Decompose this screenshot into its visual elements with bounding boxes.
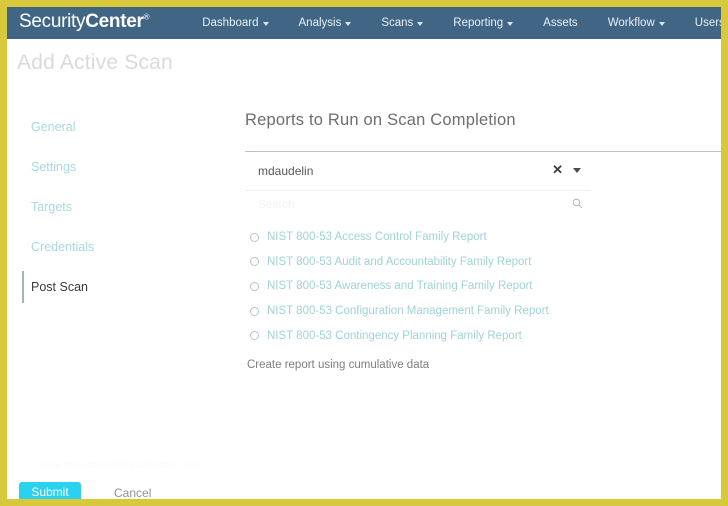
sidebar-item-credentials[interactable]: Credentials bbox=[7, 227, 235, 267]
search-input[interactable] bbox=[258, 199, 538, 211]
report-option-label: NIST 800-53 Audit and Accountability Fam… bbox=[267, 255, 532, 268]
report-option-row[interactable]: NIST 800-53 Contingency Planning Family … bbox=[245, 323, 721, 348]
nav-item-label: Assets bbox=[543, 17, 578, 29]
radio-button-icon[interactable] bbox=[250, 257, 259, 267]
sidebar-item-label: Settings bbox=[31, 160, 77, 174]
nav-item-label: Workflow bbox=[607, 17, 655, 29]
report-option-row[interactable]: NIST 800-53 Configuration Management Fam… bbox=[245, 299, 721, 324]
sidebar-item-label: Targets bbox=[31, 200, 72, 214]
sidebar-item-settings[interactable]: Settings bbox=[7, 147, 235, 187]
selected-value-label: mdaudelin bbox=[258, 164, 314, 178]
nav-item-label: Reporting bbox=[453, 17, 504, 29]
top-navigation-bar: SecurityCenter® Dashboard Analysis Scans… bbox=[7, 7, 721, 39]
main-content-panel: Reports to Run on Scan Completion mdaude… bbox=[238, 103, 721, 499]
nav-item-label: Users bbox=[694, 17, 725, 29]
radio-button-icon[interactable] bbox=[250, 281, 259, 291]
report-option-list: NIST 800-53 Access Control Family Report… bbox=[245, 225, 721, 348]
logo-text-bold: Center bbox=[85, 11, 144, 32]
chevron-down-icon[interactable] bbox=[573, 168, 581, 173]
report-option-row[interactable]: NIST 800-53 Audit and Accountability Fam… bbox=[245, 250, 721, 275]
nav-item-label: Analysis bbox=[298, 17, 342, 29]
chevron-down-icon bbox=[262, 22, 269, 26]
nav-item-label: Scans bbox=[381, 17, 414, 29]
cancel-button[interactable]: Cancel bbox=[114, 486, 151, 500]
nav-item-scans[interactable]: Scans bbox=[366, 17, 438, 29]
chevron-down-icon bbox=[345, 22, 352, 26]
logo-text-light: Security bbox=[19, 11, 86, 32]
sidebar-item-label: Post Scan bbox=[31, 280, 88, 294]
report-option-row[interactable]: NIST 800-53 Access Control Family Report bbox=[245, 225, 721, 250]
nav-item-label: Dashboard bbox=[202, 17, 259, 29]
sidebar-item-label: General bbox=[31, 120, 76, 134]
nav-item-assets[interactable]: Assets bbox=[528, 17, 593, 29]
chevron-down-icon bbox=[507, 22, 514, 26]
clear-selection-icon[interactable]: ✕ bbox=[552, 163, 563, 176]
nav-item-list: Dashboard Analysis Scans Reporting Asset… bbox=[187, 17, 725, 29]
sidebar-item-post-scan[interactable]: Post Scan bbox=[7, 267, 235, 307]
nav-item-users[interactable]: Users bbox=[680, 17, 725, 29]
nav-item-workflow[interactable]: Workflow bbox=[593, 17, 680, 29]
report-option-label: NIST 800-53 Access Control Family Report bbox=[267, 231, 487, 244]
watermark-text: www.templatesofficecollection.com bbox=[39, 460, 204, 471]
report-search-row[interactable] bbox=[245, 191, 591, 219]
radio-button-icon[interactable] bbox=[250, 306, 259, 316]
submit-button[interactable]: Submit bbox=[19, 482, 81, 499]
report-option-label: NIST 800-53 Awareness and Training Famil… bbox=[267, 280, 533, 293]
search-icon[interactable] bbox=[572, 198, 583, 209]
sidebar-item-general[interactable]: General bbox=[7, 107, 235, 147]
securitycenter-logo[interactable]: SecurityCenter® bbox=[19, 11, 150, 33]
page-title: Add Active Scan bbox=[17, 51, 173, 74]
registered-trademark-icon: ® bbox=[143, 12, 150, 22]
wizard-step-sidebar: General Settings Targets Credentials Pos… bbox=[7, 107, 235, 307]
report-select-control[interactable]: mdaudelin ✕ bbox=[245, 152, 591, 191]
nav-item-analysis[interactable]: Analysis bbox=[284, 17, 367, 29]
chevron-down-icon bbox=[417, 22, 424, 26]
form-footer: Submit Cancel bbox=[19, 482, 151, 500]
nav-item-reporting[interactable]: Reporting bbox=[438, 17, 528, 29]
sidebar-item-label: Credentials bbox=[31, 240, 95, 254]
radio-button-icon[interactable] bbox=[250, 331, 259, 341]
radio-button-icon[interactable] bbox=[250, 232, 259, 242]
report-option-label: NIST 800-53 Configuration Management Fam… bbox=[267, 305, 549, 318]
report-option-row[interactable]: NIST 800-53 Awareness and Training Famil… bbox=[245, 274, 721, 299]
cumulative-data-label: Create report using cumulative data bbox=[247, 358, 430, 371]
nav-item-dashboard[interactable]: Dashboard bbox=[187, 17, 283, 29]
report-option-label: NIST 800-53 Contingency Planning Family … bbox=[267, 329, 522, 342]
sidebar-item-targets[interactable]: Targets bbox=[7, 187, 235, 227]
app-window: SecurityCenter® Dashboard Analysis Scans… bbox=[0, 0, 728, 506]
chevron-down-icon bbox=[658, 22, 665, 26]
section-heading: Reports to Run on Scan Completion bbox=[245, 111, 516, 129]
